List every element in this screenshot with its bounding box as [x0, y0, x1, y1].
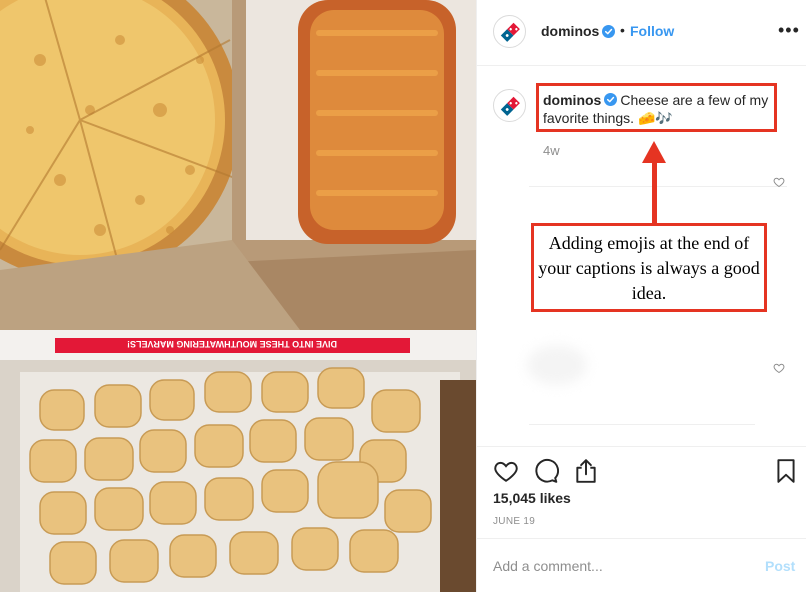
- post-header: dominos • Follow •••: [477, 0, 806, 66]
- blurred-comment-avatar: [527, 345, 587, 385]
- like-heart-icon[interactable]: [493, 458, 519, 484]
- annotation-callout: Adding emojis at the end of your caption…: [531, 223, 767, 312]
- verified-badge-icon: [602, 25, 615, 38]
- comment-bubble-icon[interactable]: [533, 458, 559, 484]
- dominos-logo-icon: [500, 22, 520, 42]
- comment-bar-divider: [477, 538, 806, 539]
- dominos-logo-icon: [500, 96, 520, 116]
- post-photo[interactable]: DIVE INTO THESE MOUTHWATERING MARVELS!: [0, 0, 476, 592]
- bookmark-save-icon[interactable]: [773, 458, 799, 484]
- comment-divider: [529, 186, 787, 187]
- more-options-icon[interactable]: •••: [778, 20, 800, 41]
- caption-timestamp[interactable]: 4w: [543, 143, 560, 158]
- likes-count[interactable]: 15,045 likes: [493, 490, 571, 506]
- comment-divider: [529, 424, 755, 425]
- add-comment-input[interactable]: [493, 558, 743, 574]
- post-date: JUNE 19: [493, 516, 536, 527]
- caption-highlight-box: [536, 83, 777, 132]
- comment-like-heart-icon[interactable]: [773, 362, 785, 374]
- box-banner-text: DIVE INTO THESE MOUTHWATERING MARVELS!: [127, 339, 337, 349]
- header-username[interactable]: dominos: [541, 23, 599, 39]
- pizza-photo-illustration: DIVE INTO THESE MOUTHWATERING MARVELS!: [0, 0, 476, 592]
- post-comment-button[interactable]: Post: [765, 558, 795, 574]
- follow-button[interactable]: Follow: [630, 23, 674, 39]
- caption-avatar[interactable]: [493, 89, 526, 122]
- actions-divider: [477, 446, 806, 447]
- follow-separator: •: [620, 22, 625, 38]
- comment-like-heart-icon[interactable]: [773, 176, 785, 188]
- share-upload-icon[interactable]: [573, 458, 599, 484]
- dominos-avatar[interactable]: [493, 15, 526, 48]
- annotation-arrow-shaft: [652, 160, 657, 223]
